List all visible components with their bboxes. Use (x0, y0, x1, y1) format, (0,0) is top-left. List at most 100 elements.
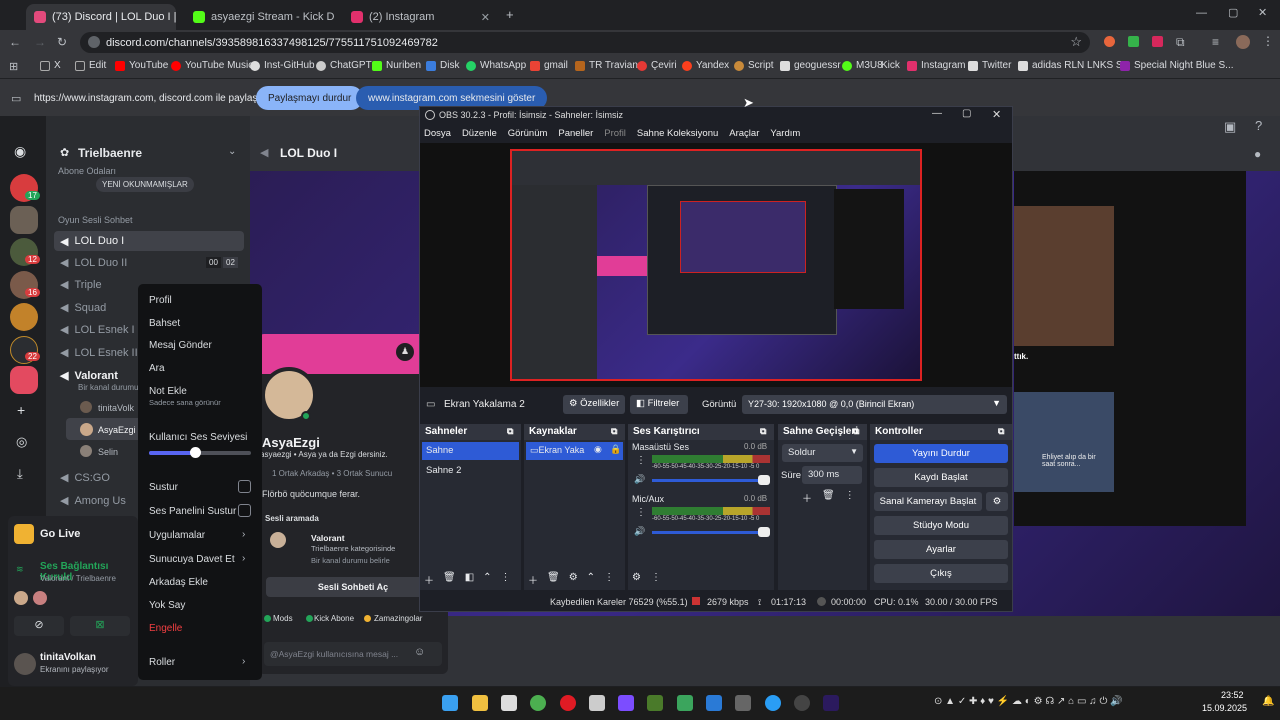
bookmark-whatsapp[interactable]: WhatsApp (466, 60, 526, 71)
channel-lol-esnek-1[interactable]: ◀ LOL Esnek I (60, 323, 135, 337)
stop-streaming-button[interactable]: Yayını Durdur (874, 444, 1008, 463)
bookmark-geoguessr[interactable]: geoguessr (780, 60, 841, 71)
settings-button[interactable]: Ayarlar (874, 540, 1008, 559)
message-input[interactable]: @AsyaEzgi kullanıcısına mesaj ... ☺ (264, 642, 442, 666)
bookmark-gmail[interactable]: gmail (530, 60, 568, 71)
stop-stream-button[interactable]: ⊠ (70, 616, 130, 636)
bookmark-travian[interactable]: TR Travian (575, 60, 638, 71)
obs-icon[interactable] (794, 695, 810, 711)
bookmark-m3u8[interactable]: M3U8 (842, 60, 883, 71)
opera-icon[interactable] (560, 695, 576, 711)
menu-sahne-koleksiyonu[interactable]: Sahne Koleksiyonu (637, 128, 718, 139)
apps-grid-icon[interactable]: ⊞ (9, 60, 18, 73)
channel-csgo[interactable]: ◀ CS:GO (60, 471, 110, 485)
gear-icon[interactable]: ⚙ (569, 572, 578, 587)
channel-triple[interactable]: ◀ Triple (60, 278, 102, 292)
bookmark-ceviri[interactable]: Çeviri (637, 60, 677, 71)
undock-icon[interactable]: ⧉ (507, 426, 513, 437)
bookmark-youtube[interactable]: YouTube (115, 60, 168, 71)
eye-icon[interactable]: ◉ (594, 444, 602, 455)
clock-time[interactable]: 23:52 (1221, 690, 1244, 700)
profile-avatar[interactable] (1236, 35, 1250, 49)
up-icon[interactable]: ⌃ (483, 572, 491, 587)
minimize-icon[interactable]: — (1196, 7, 1207, 19)
app-icon[interactable] (647, 695, 663, 711)
menu-paneller[interactable]: Paneller (558, 128, 593, 139)
menu-profil[interactable]: Profil (149, 295, 172, 306)
bookmark-special-night[interactable]: Special Night Blue S... (1120, 60, 1234, 71)
menu-gorunum[interactable]: Görünüm (508, 128, 548, 139)
menu-arkadas-ekle[interactable]: Arkadaş Ekle (149, 577, 208, 588)
username[interactable]: tinitaVolkan (40, 652, 96, 663)
fader-knob[interactable] (758, 475, 770, 485)
site-info-icon[interactable] (88, 36, 100, 48)
menu-engelle[interactable]: Engelle (149, 623, 182, 634)
stop-share-button[interactable]: Paylaşmayı durdur (256, 86, 364, 110)
channel-subscriber[interactable]: Abone Odaları (58, 166, 116, 176)
chat-icon[interactable]: ● (1254, 147, 1261, 161)
clock-date[interactable]: 15.09.2025 (1202, 703, 1247, 713)
mutual-info[interactable]: 1 Ortak Arkadaş • 3 Ortak Sunucu (272, 469, 392, 478)
speaker-icon[interactable]: 🔊 (634, 526, 645, 537)
menu-sustur[interactable]: Sustur (149, 482, 178, 493)
member-selin[interactable]: Selin (98, 447, 118, 457)
kebab-icon[interactable]: ⋮ (501, 572, 511, 587)
go-live-label[interactable]: Go Live (40, 528, 80, 540)
explore-icon[interactable]: ◎ (16, 434, 27, 450)
extensions-puzzle-icon[interactable]: ⧉ (1176, 35, 1185, 50)
notification-icon[interactable]: 🔔 (1262, 696, 1274, 707)
bookmark-adidas[interactable]: adidas RLN LNKS S... (1018, 60, 1131, 71)
menu-bahset[interactable]: Bahset (149, 318, 180, 329)
maximize-icon[interactable]: ▢ (962, 108, 971, 119)
obs-preview-source[interactable] (510, 149, 922, 381)
app-icon[interactable] (501, 695, 517, 711)
windows-start-icon[interactable] (442, 695, 458, 711)
menu-yok-say[interactable]: Yok Say (149, 600, 185, 611)
trash-icon[interactable]: 🗑 (547, 572, 560, 587)
member-asyaezgi[interactable]: AsyaEzgi (98, 425, 136, 435)
bookmark-github[interactable]: Inst-GitHub (250, 60, 315, 71)
channel-valorant[interactable]: ◀ Valorant (60, 369, 118, 383)
app-icon[interactable] (677, 695, 693, 711)
menu-roller[interactable]: Roller (149, 657, 175, 668)
volume-knob[interactable] (189, 447, 201, 458)
profile-actions-icon[interactable]: ♟ (396, 343, 414, 361)
tab-instagram[interactable]: (2) Instagram ✕ (343, 4, 498, 30)
duration-input[interactable]: 300 ms (802, 466, 862, 484)
source-item[interactable]: ▭Ekran Yaka ◉ 🔒 (526, 442, 623, 460)
bookmark-star-icon[interactable]: ☆ (1070, 34, 1082, 50)
scene-item[interactable]: Sahne 2 (422, 462, 519, 480)
checkbox[interactable] (238, 480, 251, 493)
channel-lol-duo-2[interactable]: ◀ LOL Duo II (60, 256, 127, 270)
emoji-icon[interactable]: ☺ (414, 646, 425, 658)
chrome-icon[interactable] (765, 695, 781, 711)
tab-kick[interactable]: asyaezgi Stream - Kick Dashbo✕ (185, 4, 335, 30)
url-input[interactable]: discord.com/channels/393589816337498125/… (80, 32, 1090, 53)
kebab-icon[interactable]: ⋮ (845, 490, 855, 505)
menu-ses-paneli[interactable]: Ses Panelini Sustur (149, 506, 236, 517)
bookmark-nuriben[interactable]: Nuriben (372, 60, 421, 71)
tray-icons[interactable]: ⊙ ▲ ✓ ✚ ♦ ♥ ⚡ ☁ ◐ ⚙ ☊ ↗ ⌂ ▭ ♫ ⏻ 🔊 (934, 696, 1123, 707)
close-tab-icon[interactable]: ✕ (481, 11, 490, 24)
vscode-icon[interactable] (706, 695, 722, 711)
bookmark-chatgpt[interactable]: ChatGPT (316, 60, 372, 71)
menu-ara[interactable]: Ara (149, 363, 165, 374)
start-recording-button[interactable]: Kaydı Başlat (874, 468, 1008, 487)
filter-icon[interactable]: ◧ (465, 572, 474, 587)
bookmark-kick[interactable]: Kick (881, 60, 900, 71)
trash-icon[interactable]: 🗑 (443, 572, 456, 587)
volume-fader[interactable] (652, 479, 766, 482)
kebab-icon[interactable]: ⋮ (604, 572, 614, 587)
server-name[interactable]: Trielbaenre (78, 146, 142, 160)
minimize-icon[interactable]: — (932, 108, 942, 119)
add-server-icon[interactable]: + (17, 402, 25, 418)
bookmark-script[interactable]: Script (734, 60, 774, 71)
menu-profil[interactable]: Profil (604, 128, 626, 139)
bookmark-youtube-music[interactable]: YouTube Music (171, 60, 253, 71)
volume-fader[interactable] (652, 531, 766, 534)
chevron-down-icon[interactable]: ⌄ (228, 146, 236, 157)
add-icon[interactable]: ＋ (424, 572, 434, 587)
speaker-icon[interactable]: 🔊 (634, 474, 645, 485)
extension-icon[interactable] (1104, 36, 1115, 47)
menu-uygulamalar[interactable]: Uygulamalar (149, 530, 205, 541)
